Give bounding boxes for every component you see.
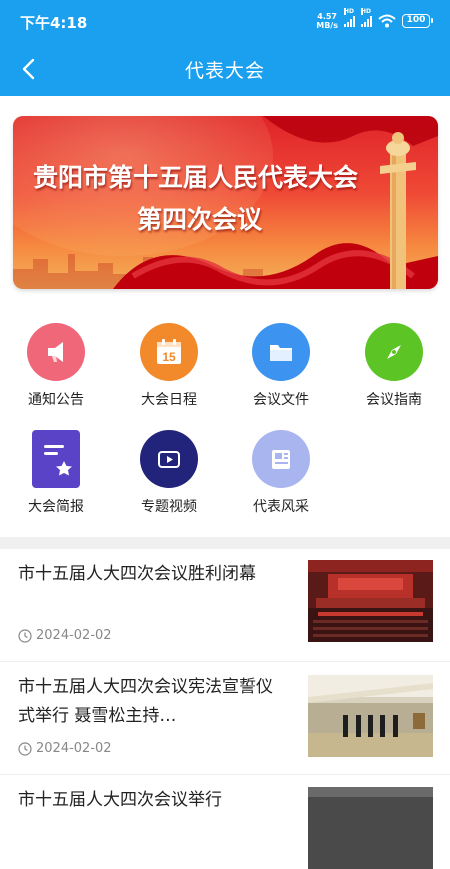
news-item[interactable]: 市十五届人大四次会议胜利闭幕 2024-02-02 [0,549,450,662]
document-star-icon [32,430,80,488]
signal-icon: HD [344,8,355,27]
menu-item-schedule[interactable]: 15 大会日程 [119,323,219,409]
menu-item-bulletin[interactable]: 大会简报 [6,430,106,516]
battery-icon: 100 [402,14,433,28]
banner-title-line1: 贵阳市第十五届人民代表大会 [33,163,359,192]
congress-banner[interactable]: 贵阳市第十五届人民代表大会 第四次会议 [13,116,438,289]
news-title: 市十五届人大四次会议胜利闭幕 [18,564,256,584]
news-date: 2024-02-02 [18,741,112,756]
nav-bar: 代表大会 [0,44,450,96]
clock-icon [18,628,32,643]
megaphone-icon [27,323,85,381]
section-divider [0,537,450,549]
clock-icon [18,741,32,756]
oath-ceremony-photo [308,675,433,757]
compass-icon [365,323,423,381]
page-title: 代表大会 [184,60,265,82]
meeting-hall-photo [308,560,433,642]
video-play-icon [140,430,198,488]
news-title: 市十五届人大四次会议举行 [18,790,222,810]
menu-item-videos[interactable]: 专题视频 [119,430,219,516]
menu-item-notices[interactable]: 通知公告 [6,323,106,409]
network-speed: 4.57 MB/s [316,12,338,30]
meeting-photo [308,787,433,869]
calendar-day: 15 [162,350,176,364]
banner-title-line2: 第四次会议 [137,205,263,234]
header-bar: 下午4:18 4.57 MB/s HD HD 100 代表大会 [0,0,450,96]
news-item[interactable]: 市十五届人大四次会议举行 [0,775,450,869]
status-time: 下午4:18 [20,14,88,32]
calendar-icon: 15 [140,323,198,381]
news-title: 市十五届人大四次会议宪法宣誓仪式举行 聂雪松主持… [18,677,273,726]
newspaper-icon [252,430,310,488]
folder-icon [252,323,310,381]
menu-item-guide[interactable]: 会议指南 [344,323,444,409]
menu-item-documents[interactable]: 会议文件 [231,323,331,409]
menu-item-delegates[interactable]: 代表风采 [231,430,331,516]
status-icons: 4.57 MB/s HD HD 100 [316,8,433,30]
wifi-icon [378,14,396,28]
signal-icon-2: HD [361,8,372,27]
news-item[interactable]: 市十五届人大四次会议宪法宣誓仪式举行 聂雪松主持… 2024-02-02 [0,662,450,775]
status-bar: 下午4:18 4.57 MB/s HD HD 100 [0,0,450,44]
news-date: 2024-02-02 [18,628,112,643]
huabiao-pillar-image [380,132,416,289]
